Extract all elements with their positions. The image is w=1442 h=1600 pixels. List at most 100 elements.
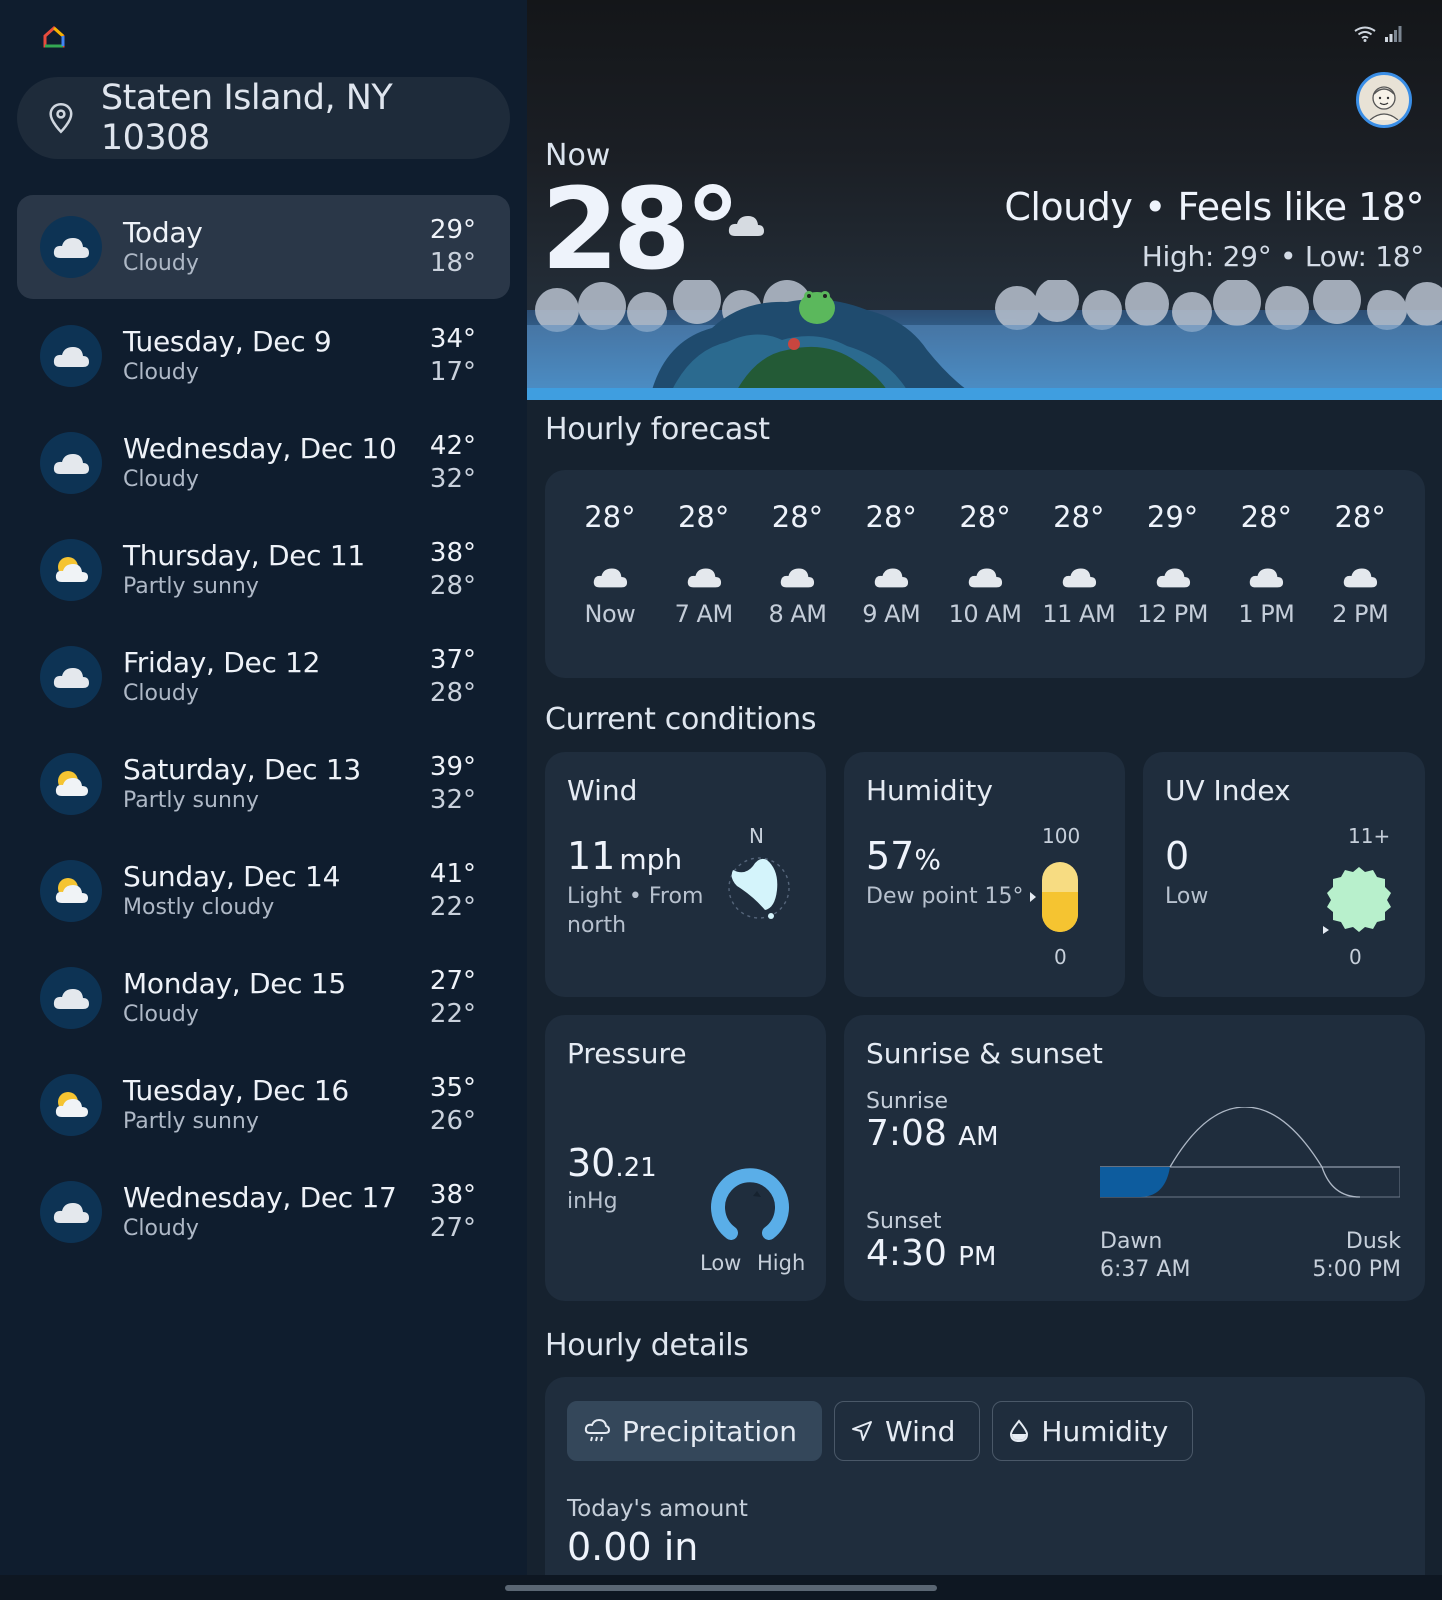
day-row[interactable]: Thursday, Dec 11 Partly sunny 38° 28°: [17, 516, 510, 623]
wind-card[interactable]: Wind 11 mph Light • From north N: [545, 752, 826, 997]
day-low: 27°: [429, 1212, 476, 1243]
day-condition: Mostly cloudy: [123, 894, 275, 920]
day-name: Thursday, Dec 11: [123, 538, 365, 572]
day-low: 28°: [429, 677, 476, 708]
uv-index-card[interactable]: UV Index 0 Low 11+ 0: [1143, 752, 1425, 997]
weather-icon-badge: [40, 431, 102, 494]
hourly-temp: 28°: [1334, 500, 1386, 534]
day-row[interactable]: Friday, Dec 12 Cloudy 37° 28°: [17, 623, 510, 730]
pressure-value: 30.21: [567, 1141, 657, 1185]
day-low: 32°: [429, 784, 476, 815]
location-search[interactable]: Staten Island, NY 10308: [17, 77, 510, 159]
humidity-title: Humidity: [866, 774, 993, 807]
weather-icon-badge: [40, 645, 102, 708]
tab-precipitation[interactable]: Precipitation: [567, 1401, 823, 1461]
day-high: 37°: [429, 644, 476, 675]
day-low: 18°: [429, 248, 476, 278]
signal-icon: [1385, 26, 1402, 42]
day-condition: Cloudy: [123, 251, 199, 276]
current-weather-hero: Now 28° Cloudy • Feels like 18° High: 29…: [527, 0, 1442, 400]
hourly-item[interactable]: 29° 12 PM: [1126, 470, 1220, 678]
wifi-icon: [1354, 26, 1376, 42]
precip-amount-label: Today's amount: [567, 1496, 748, 1522]
partly-sunny-icon: [55, 770, 88, 796]
day-temps: 35° 26°: [430, 1072, 476, 1138]
uv-value: 0: [1165, 834, 1190, 878]
day-condition: Partly sunny: [123, 573, 259, 599]
humidity-max-label: 100: [1042, 824, 1081, 848]
day-name: Wednesday, Dec 17: [123, 1180, 397, 1214]
day-row[interactable]: Wednesday, Dec 17 Cloudy 38° 27°: [17, 1158, 510, 1265]
day-name: Tuesday, Dec 16: [123, 1073, 349, 1107]
sunset-ampm: PM: [958, 1242, 997, 1272]
day-row[interactable]: Tuesday, Dec 9 Cloudy 34° 17°: [17, 302, 510, 409]
avatar-face-icon: [1369, 86, 1399, 120]
current-condition: Cloudy • Feels like 18°: [1004, 185, 1424, 229]
hourly-temp: 28°: [584, 500, 636, 534]
partly-sunny-icon: [55, 556, 88, 582]
day-condition: Partly sunny: [123, 787, 259, 813]
day-name: Today: [123, 216, 203, 249]
tab-humidity[interactable]: Humidity: [992, 1401, 1194, 1461]
gesture-nav-bar[interactable]: [505, 1585, 937, 1591]
day-row[interactable]: Saturday, Dec 13 Partly sunny 39° 32°: [17, 730, 510, 837]
sunrise-time: 7:08 AM: [866, 1113, 999, 1154]
day-high: 29°: [429, 215, 476, 245]
cloud-icon: [781, 568, 815, 588]
cloud-icon: [53, 988, 89, 1009]
day-row[interactable]: Today Cloudy 29° 18°: [17, 195, 510, 299]
hourly-item[interactable]: 28° 9 AM: [844, 470, 938, 678]
hourly-time: 2 PM: [1332, 600, 1389, 628]
weather-icon-badge: [40, 1073, 102, 1136]
location-text: Staten Island, NY 10308: [100, 78, 393, 158]
hourly-item[interactable]: 28° Now: [563, 470, 657, 678]
day-high: 39°: [429, 751, 476, 782]
precip-amount: 0.00 in: [567, 1525, 699, 1569]
day-name: Tuesday, Dec 9: [123, 324, 332, 358]
hourly-item[interactable]: 28° 8 AM: [751, 470, 845, 678]
day-name: Monday, Dec 15: [123, 966, 346, 1000]
weather-scene-illustration: [527, 280, 1442, 400]
sunset-time: 4:30 PM: [866, 1233, 996, 1274]
pressure-high-label: High: [757, 1251, 806, 1275]
sunrise-sunset-card[interactable]: Sunrise & sunset Sunrise 7:08 AM Sunset …: [844, 1015, 1425, 1301]
humidity-card[interactable]: Humidity 57% Dew point 15° 100 0: [844, 752, 1125, 997]
hourly-item[interactable]: 28° 7 AM: [657, 470, 751, 678]
day-names: Saturday, Dec 13 Partly sunny: [123, 753, 361, 815]
day-row[interactable]: Tuesday, Dec 16 Partly sunny 35° 26°: [17, 1051, 510, 1158]
hourly-temp: 28°: [1053, 500, 1105, 534]
sunset-time-value: 4:30: [866, 1233, 947, 1274]
hourly-item[interactable]: 28° 10 AM: [938, 470, 1032, 678]
day-high: 41°: [429, 858, 476, 889]
day-names: Sunday, Dec 14 Mostly cloudy: [123, 860, 340, 922]
cloud-icon: [687, 568, 721, 588]
hourly-temp: 28°: [677, 500, 730, 534]
hourly-forecast-card[interactable]: 28° Now 28° 7 AM 28° 8 AM 28° 9 AM 28° 10 AM 28° 11…: [545, 470, 1425, 678]
day-names: Thursday, Dec 11 Partly sunny: [123, 539, 365, 601]
hourly-item[interactable]: 28° 11 AM: [1032, 470, 1126, 678]
hourly-temp: 29°: [1146, 500, 1199, 534]
pressure-card[interactable]: Pressure 30.21 inHg Low High: [545, 1015, 826, 1301]
partly-sunny-icon: [55, 877, 88, 903]
day-low: 26°: [429, 1105, 476, 1136]
water-drop-icon: [1010, 1419, 1029, 1443]
day-condition: Cloudy: [123, 1001, 199, 1027]
day-high: 42°: [429, 430, 476, 461]
sunrise-label: Sunrise: [866, 1089, 949, 1114]
hourly-time: 7 AM: [674, 600, 734, 628]
day-row[interactable]: Monday, Dec 15 Cloudy 27° 22°: [17, 944, 510, 1051]
day-row[interactable]: Wednesday, Dec 10 Cloudy 42° 32°: [17, 409, 510, 516]
hourly-item[interactable]: 28° 2 PM: [1313, 470, 1407, 678]
hourly-time: 10 AM: [948, 600, 1022, 628]
humidity-min-label: 0: [1054, 945, 1067, 969]
pressure-low-label: Low: [700, 1251, 742, 1275]
tab-wind[interactable]: Wind: [834, 1401, 981, 1461]
weather-icon-badge: [40, 966, 102, 1029]
day-row[interactable]: Sunday, Dec 14 Mostly cloudy 41° 22°: [17, 837, 510, 944]
hourly-item[interactable]: 28° 1 PM: [1219, 470, 1313, 678]
home-icon[interactable]: [42, 25, 66, 49]
humidity-number: 57: [866, 834, 915, 878]
profile-avatar[interactable]: [1356, 72, 1412, 128]
hourly-temp: 28°: [771, 500, 824, 534]
hourly-details-title: Hourly details: [545, 1328, 749, 1363]
